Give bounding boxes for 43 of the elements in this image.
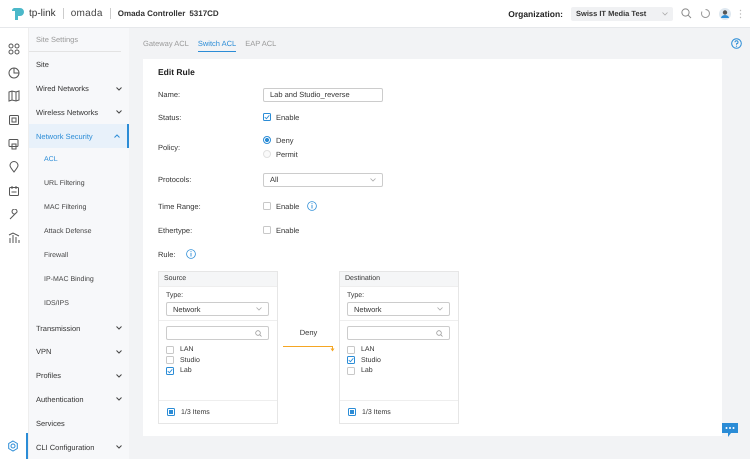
select-all-checkbox[interactable] [348,408,356,416]
select-all-checkbox[interactable] [167,408,175,416]
chevron-down-icon [662,12,668,16]
search-field[interactable] [347,326,450,340]
help-icon[interactable] [731,38,742,49]
checkbox[interactable] [263,202,271,210]
checkbox[interactable] [263,113,271,121]
search-field[interactable] [166,326,269,340]
checkbox[interactable] [347,366,355,374]
checkbox[interactable] [166,346,174,354]
controller-name: Omada Controller [118,9,186,18]
radio-button[interactable] [263,136,271,144]
checkbox[interactable] [166,356,174,364]
chevron-down-icon [116,374,122,378]
controller-id: 5317CD [189,9,219,18]
info-icon[interactable] [307,201,318,211]
refresh-icon[interactable] [700,8,711,19]
search-icon [255,330,262,336]
form-title: Edit Rule [158,67,196,79]
info-icon[interactable] [186,249,196,259]
logo-icon [9,6,25,20]
chevron-down-icon [116,397,122,402]
chevron-down-icon [116,326,122,330]
chevron-down-icon [116,86,122,91]
product-name: omada [70,8,103,19]
chevron-down-icon [437,307,443,311]
avatar-icon[interactable] [719,8,731,20]
checkbox[interactable] [166,366,174,374]
chevron-down-icon [370,178,376,182]
chevron-down-icon [256,307,262,311]
organization-label: Organization: [508,8,563,18]
search-icon[interactable] [681,8,692,19]
chat-button[interactable] [722,423,738,437]
checkbox[interactable] [347,346,355,354]
checkbox[interactable] [263,226,271,234]
chevron-up-icon [114,134,120,138]
brand-name: tp-link [29,8,56,19]
chevron-down-icon [116,350,122,354]
search-icon [436,330,443,336]
chevron-down-icon [116,110,122,114]
arrow-connector [282,345,334,352]
chevron-down-icon [116,445,122,450]
checkbox[interactable] [347,356,355,364]
